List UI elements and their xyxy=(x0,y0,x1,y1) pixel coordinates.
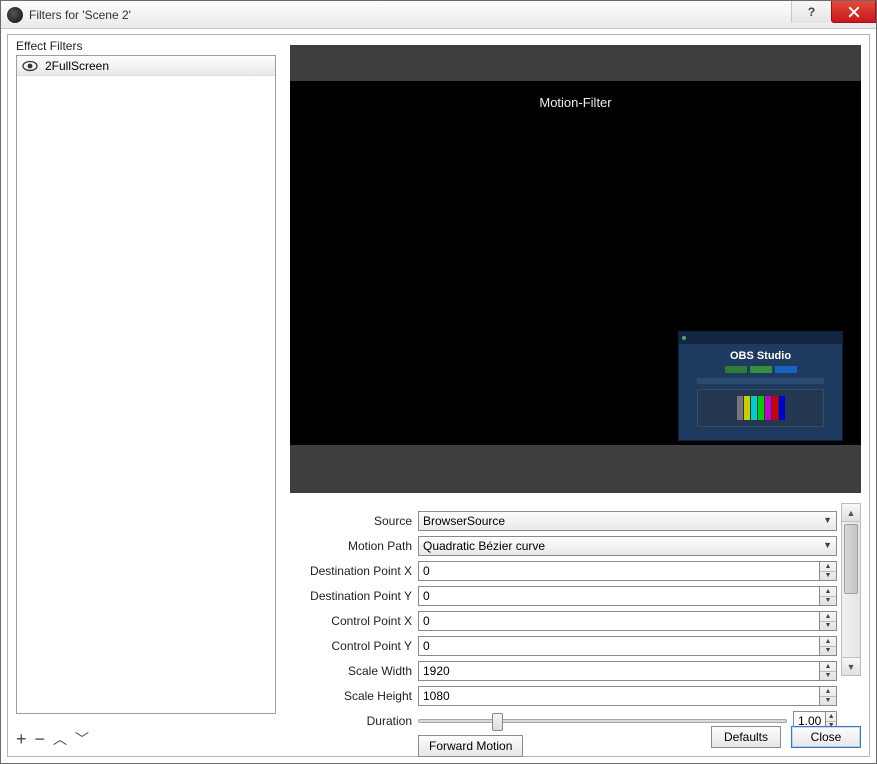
dest-y-input[interactable]: 0 xyxy=(418,586,820,606)
scroll-down-icon[interactable]: ▼ xyxy=(842,657,860,675)
effect-filters-panel: Effect Filters 2FullScreen xyxy=(16,39,276,716)
filter-list[interactable]: 2FullScreen xyxy=(16,55,276,714)
scale-w-spinner[interactable]: ▲▼ xyxy=(820,661,837,681)
chevron-down-icon: ▼ xyxy=(823,540,832,550)
preview-source-thumbnail: OBS Studio xyxy=(678,331,843,441)
thumbnail-title: OBS Studio xyxy=(679,350,842,362)
dest-y-spinner[interactable]: ▲▼ xyxy=(820,586,837,606)
ctrl-y-label: Control Point Y xyxy=(290,639,418,653)
dialog-buttons: Defaults Close xyxy=(711,726,861,748)
preview-caption: Motion-Filter xyxy=(290,95,861,110)
filter-list-toolbar: + − ︿ ﹀ xyxy=(16,730,89,748)
ctrl-x-label: Control Point X xyxy=(290,614,418,628)
preview-area: Motion-Filter OBS Studio xyxy=(290,45,861,493)
source-select[interactable]: BrowserSource ▼ xyxy=(418,511,837,531)
motion-path-select[interactable]: Quadratic Bézier curve ▼ xyxy=(418,536,837,556)
move-up-button[interactable]: ︿ xyxy=(53,732,67,746)
scale-h-input[interactable]: 1080 xyxy=(418,686,820,706)
app-icon xyxy=(7,7,23,23)
scale-w-input[interactable]: 1920 xyxy=(418,661,820,681)
visibility-icon[interactable] xyxy=(21,60,39,72)
remove-filter-button[interactable]: − xyxy=(35,730,46,748)
defaults-button[interactable]: Defaults xyxy=(711,726,781,748)
forward-motion-button[interactable]: Forward Motion xyxy=(418,735,523,757)
scale-h-label: Scale Height xyxy=(290,689,418,703)
filter-item-name: 2FullScreen xyxy=(45,59,109,73)
close-button[interactable]: Close xyxy=(791,726,861,748)
scale-w-label: Scale Width xyxy=(290,664,418,678)
motion-path-value: Quadratic Bézier curve xyxy=(423,539,545,553)
properties-area: Source BrowserSource ▼ Motion Path Quadr… xyxy=(290,503,861,716)
ctrl-x-spinner[interactable]: ▲▼ xyxy=(820,611,837,631)
chevron-down-icon: ▼ xyxy=(823,515,832,525)
dest-x-label: Destination Point X xyxy=(290,564,418,578)
ctrl-y-spinner[interactable]: ▲▼ xyxy=(820,636,837,656)
help-button[interactable]: ? xyxy=(791,1,831,23)
motion-path-label: Motion Path xyxy=(290,539,418,553)
window-controls: ? xyxy=(791,1,876,23)
source-select-value: BrowserSource xyxy=(423,514,505,528)
duration-label: Duration xyxy=(290,714,418,728)
effect-filters-label: Effect Filters xyxy=(16,39,276,53)
slider-thumb[interactable] xyxy=(492,713,503,731)
scroll-thumb[interactable] xyxy=(844,524,858,594)
source-label: Source xyxy=(290,514,418,528)
filter-list-item[interactable]: 2FullScreen xyxy=(17,56,275,76)
dest-y-label: Destination Point Y xyxy=(290,589,418,603)
add-filter-button[interactable]: + xyxy=(16,730,27,748)
dest-x-input[interactable]: 0 xyxy=(418,561,820,581)
duration-slider[interactable] xyxy=(418,719,787,723)
scale-h-spinner[interactable]: ▲▼ xyxy=(820,686,837,706)
ctrl-y-input[interactable]: 0 xyxy=(418,636,820,656)
move-down-button[interactable]: ﹀ xyxy=(75,732,89,746)
titlebar: Filters for 'Scene 2' ? xyxy=(1,1,876,29)
scroll-up-icon[interactable]: ▲ xyxy=(842,504,860,522)
dest-x-spinner[interactable]: ▲▼ xyxy=(820,561,837,581)
window-title: Filters for 'Scene 2' xyxy=(29,8,131,22)
dialog-body: Effect Filters 2FullScreen + − ︿ ﹀ Motio… xyxy=(7,34,870,757)
properties-scrollbar[interactable]: ▲ ▼ xyxy=(841,503,861,676)
window-close-button[interactable] xyxy=(831,1,876,23)
ctrl-x-input[interactable]: 0 xyxy=(418,611,820,631)
